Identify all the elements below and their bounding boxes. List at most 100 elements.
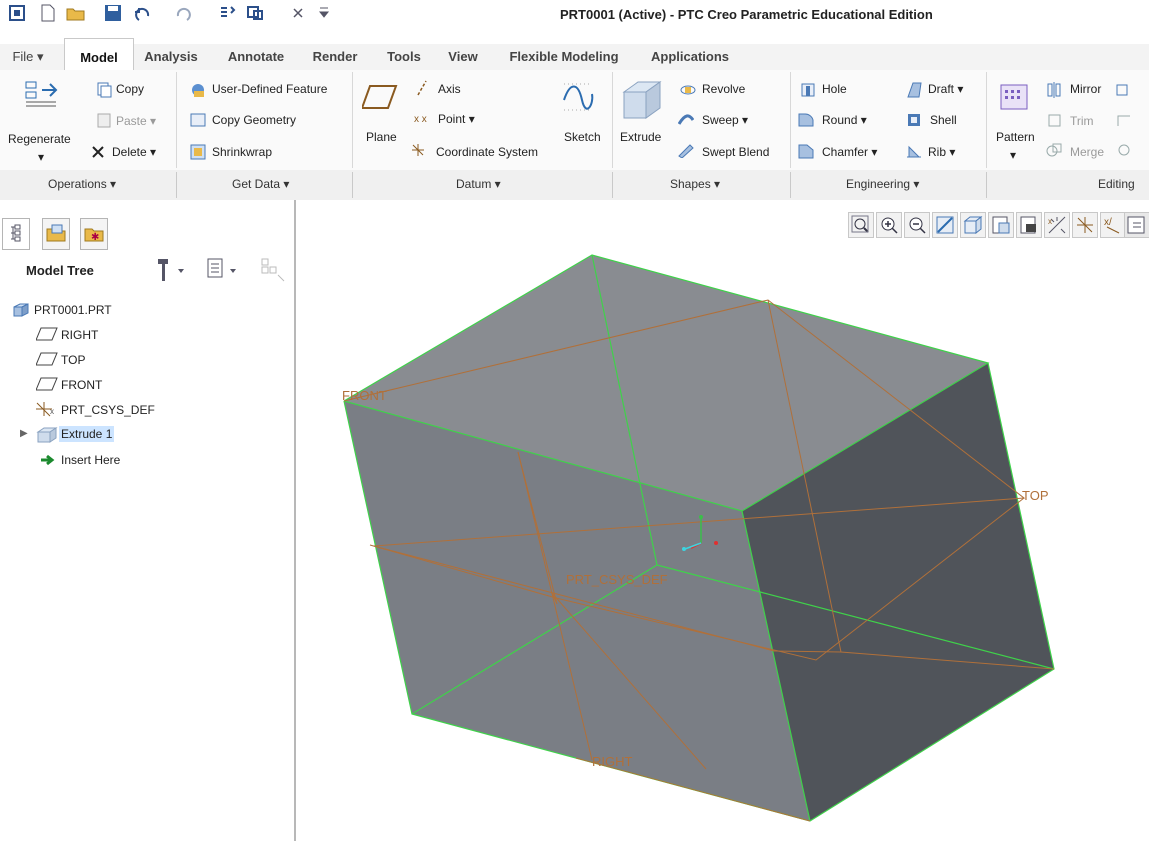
- tab-annotate[interactable]: Annotate: [214, 44, 298, 70]
- datum-plane-icon: [36, 352, 58, 366]
- draft-button[interactable]: Draft ▾: [928, 82, 963, 96]
- extrude-feature-icon: [36, 427, 58, 443]
- revolve-icon: [680, 85, 696, 95]
- sketch-label[interactable]: Sketch: [564, 130, 601, 144]
- open-folder-icon[interactable]: [66, 4, 86, 24]
- mirror-icon: [1047, 82, 1061, 98]
- rib-button[interactable]: Rib ▾: [928, 145, 955, 159]
- label-front: FRONT: [342, 388, 387, 403]
- new-file-icon[interactable]: [40, 4, 56, 24]
- tree-item-extrude[interactable]: Extrude 1: [59, 426, 115, 442]
- tree-item-insert-here[interactable]: Insert Here: [61, 453, 120, 467]
- tree-item-csys[interactable]: PRT_CSYS_DEF: [61, 403, 155, 417]
- label-right: RIGHT: [592, 754, 633, 769]
- settings-icon[interactable]: [150, 255, 190, 285]
- tab-model[interactable]: Model: [64, 38, 134, 72]
- axis-button[interactable]: Axis: [438, 82, 461, 96]
- favorites-tab[interactable]: ✱: [80, 218, 108, 250]
- regenerate-small-icon[interactable]: [218, 4, 238, 24]
- mirror-button[interactable]: Mirror: [1070, 82, 1101, 96]
- plane-label[interactable]: Plane: [366, 130, 397, 144]
- tab-file[interactable]: File ▾: [4, 44, 52, 70]
- svg-text:x x: x x: [414, 114, 427, 125]
- group-engineering[interactable]: Engineering ▾: [846, 177, 919, 191]
- regenerate-label[interactable]: Regenerate: [8, 132, 71, 146]
- paste-button[interactable]: Paste ▾: [116, 114, 156, 128]
- group-editing[interactable]: Editing: [1098, 177, 1135, 191]
- tree-item-top[interactable]: TOP: [61, 353, 85, 367]
- save-icon[interactable]: [104, 4, 122, 24]
- shrinkwrap-icon: [190, 144, 206, 160]
- hole-button[interactable]: Hole: [822, 82, 847, 96]
- user-defined-feature-button[interactable]: User-Defined Feature: [212, 82, 327, 96]
- datum-plane-icon: [36, 327, 58, 341]
- show-icon[interactable]: [204, 255, 244, 285]
- close-window-icon[interactable]: [290, 4, 308, 24]
- group-shapes[interactable]: Shapes ▾: [670, 177, 720, 191]
- ribbon-separator: [176, 72, 177, 168]
- merge-icon: [1046, 143, 1062, 157]
- ribbon-separator: [612, 72, 613, 168]
- point-button[interactable]: Point ▾: [438, 112, 475, 126]
- app-icon[interactable]: [8, 4, 26, 24]
- regenerate-icon[interactable]: [24, 80, 64, 110]
- round-button[interactable]: Round ▾: [822, 113, 867, 127]
- group-get-data[interactable]: Get Data ▾: [232, 177, 289, 191]
- chamfer-icon: [798, 144, 814, 159]
- expand-arrow-icon[interactable]: ▶: [20, 428, 28, 439]
- delete-button[interactable]: Delete ▾: [112, 145, 156, 159]
- draft-icon: [907, 82, 922, 98]
- model-tree-tab[interactable]: [2, 218, 30, 250]
- copy-button[interactable]: Copy: [116, 82, 144, 96]
- folder-browser-tab[interactable]: [42, 218, 70, 250]
- sweep-icon: [678, 114, 694, 125]
- copy-geometry-icon: [190, 113, 206, 127]
- tab-tools[interactable]: Tools: [376, 44, 432, 70]
- filter-icon[interactable]: [258, 255, 288, 285]
- trim-icon: [1048, 114, 1061, 127]
- model-canvas[interactable]: [296, 200, 1149, 841]
- part-icon: [13, 303, 29, 317]
- title-bar: PRT0001 (Active) - PTC Creo Parametric E…: [0, 0, 1149, 28]
- tab-applications[interactable]: Applications: [640, 44, 740, 70]
- tab-analysis[interactable]: Analysis: [136, 44, 206, 70]
- plane-icon[interactable]: [362, 82, 398, 112]
- tab-flexible-modeling[interactable]: Flexible Modeling: [496, 44, 632, 70]
- sweep-button[interactable]: Sweep ▾: [702, 113, 748, 127]
- pattern-dropdown-icon[interactable]: ▾: [1010, 148, 1016, 162]
- swept-blend-button[interactable]: Swept Blend: [702, 145, 769, 159]
- pattern-label[interactable]: Pattern: [996, 130, 1035, 144]
- delete-icon: [92, 146, 104, 158]
- group-datum[interactable]: Datum ▾: [456, 177, 501, 191]
- merge-button[interactable]: Merge: [1070, 145, 1104, 159]
- coordinate-system-button[interactable]: Coordinate System: [436, 145, 538, 159]
- revolve-button[interactable]: Revolve: [702, 82, 745, 96]
- window-title: PRT0001 (Active) - PTC Creo Parametric E…: [560, 7, 933, 22]
- paste-icon: [97, 113, 111, 128]
- group-operations[interactable]: Operations ▾: [48, 177, 116, 191]
- tree-item-right[interactable]: RIGHT: [61, 328, 98, 342]
- extrude-icon[interactable]: [620, 78, 662, 122]
- chamfer-button[interactable]: Chamfer ▾: [822, 145, 877, 159]
- tab-view[interactable]: View: [438, 44, 488, 70]
- tree-item-front[interactable]: FRONT: [61, 378, 102, 392]
- copy-geometry-button[interactable]: Copy Geometry: [212, 113, 296, 127]
- regenerate-dropdown-icon[interactable]: ▾: [38, 150, 44, 164]
- windows-icon[interactable]: [246, 4, 270, 24]
- offset-icon: [1117, 115, 1130, 126]
- svg-text:✱: ✱: [91, 232, 99, 243]
- datum-plane-icon: [36, 377, 58, 391]
- tab-render[interactable]: Render: [302, 44, 368, 70]
- pattern-icon[interactable]: [1000, 84, 1028, 110]
- sketch-icon[interactable]: [560, 80, 596, 114]
- shrinkwrap-button[interactable]: Shrinkwrap: [212, 145, 272, 159]
- group-separator: [352, 172, 353, 198]
- tree-item-part[interactable]: PRT0001.PRT: [34, 303, 112, 317]
- shell-button[interactable]: Shell: [930, 113, 957, 127]
- trim-button[interactable]: Trim: [1070, 114, 1094, 128]
- undo-icon[interactable]: [132, 4, 152, 24]
- customize-toolbar-icon[interactable]: [318, 4, 330, 24]
- copy-icon: [97, 82, 112, 98]
- extrude-label[interactable]: Extrude: [620, 130, 661, 144]
- redo-icon[interactable]: [174, 4, 194, 24]
